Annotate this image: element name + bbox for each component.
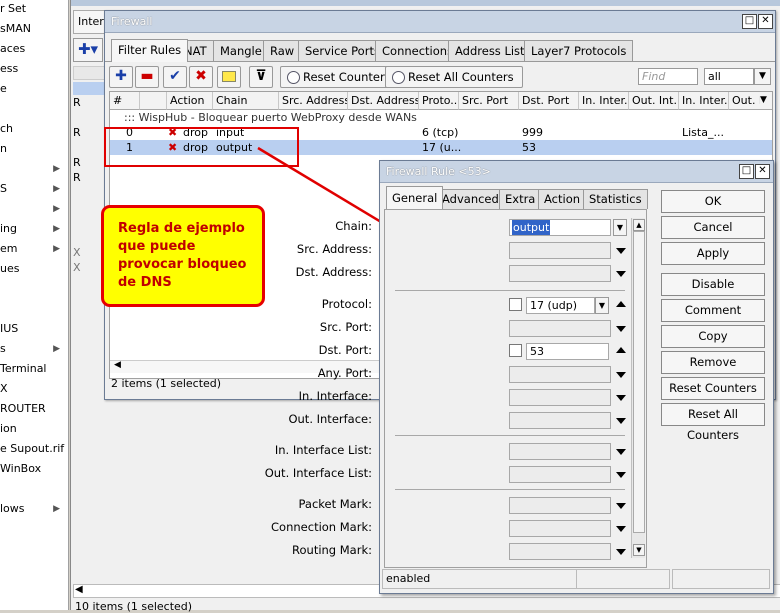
copy-button[interactable]: Copy (661, 325, 765, 348)
firewall-rule-dialog: Firewall Rule <53> □ ✕ General Advanced … (265, 160, 774, 594)
chevron-down-icon[interactable] (616, 326, 626, 332)
in-interface-field[interactable] (509, 389, 611, 406)
status-cell (672, 569, 770, 589)
in-interface-list-field[interactable] (509, 443, 611, 460)
divider (395, 435, 625, 436)
chain-select[interactable]: output (509, 219, 611, 236)
chain-dropdown-icon[interactable]: ▼ (613, 219, 627, 236)
out-interface-field[interactable] (509, 412, 611, 429)
chevron-down-icon[interactable] (616, 472, 626, 478)
tab-general[interactable]: General (386, 186, 444, 209)
annotation-text: Regla de ejemplo que puede provocar bloq… (118, 221, 247, 290)
any-port-field[interactable] (509, 366, 611, 383)
apply-button[interactable]: Apply (661, 242, 765, 265)
divider (395, 290, 625, 291)
tab-advanced[interactable]: Advanced (436, 189, 505, 209)
in-interface-label: In. Interface: (298, 389, 372, 403)
out-interface-list-field[interactable] (509, 466, 611, 483)
comment-button[interactable]: Comment (661, 299, 765, 322)
src-address-field[interactable] (509, 242, 611, 259)
connection-mark-field[interactable] (509, 520, 611, 537)
tab-action[interactable]: Action (538, 189, 587, 209)
tab-filter-rules[interactable]: Filter Rules (111, 39, 189, 62)
dst-port-negate-checkbox[interactable] (509, 344, 522, 357)
reset-counters-button[interactable]: Reset Counters (661, 377, 765, 400)
tab-statistics[interactable]: Statistics (583, 189, 648, 209)
dialog-titlebar[interactable]: Firewall Rule <53> □ ✕ (380, 161, 773, 183)
maximize-icon[interactable]: □ (739, 164, 754, 179)
annotation-callout: Regla de ejemplo que puede provocar bloq… (101, 205, 265, 307)
chevron-up-icon[interactable] (616, 347, 626, 353)
chevron-down-icon[interactable] (616, 549, 626, 555)
vertical-scrollbar[interactable]: ▲ ▼ (631, 218, 645, 558)
chevron-down-icon[interactable] (616, 503, 626, 509)
ok-button[interactable]: OK (661, 190, 765, 213)
scrollbar-thumb[interactable] (633, 231, 645, 533)
scroll-down-icon[interactable]: ▼ (633, 544, 645, 556)
chevron-up-icon[interactable] (616, 301, 626, 307)
chain-label: Chain: (335, 219, 372, 233)
remove-button[interactable]: Remove (661, 351, 765, 374)
src-port-field[interactable] (509, 320, 611, 337)
divider (395, 489, 625, 490)
dst-port-input[interactable]: 53 (526, 343, 609, 360)
connection-mark-label: Connection Mark: (271, 520, 372, 534)
chevron-down-icon[interactable] (616, 248, 626, 254)
routing-mark-label: Routing Mark: (292, 543, 372, 557)
any-port-label: Any. Port: (317, 366, 372, 380)
src-port-label: Src. Port: (319, 320, 372, 334)
protocol-negate-checkbox[interactable] (509, 298, 522, 311)
general-panel: Chain: output ▼ Src. Address: Dst. Addre… (265, 209, 647, 568)
dst-address-label: Dst. Address: (295, 265, 372, 279)
packet-mark-label: Packet Mark: (298, 497, 372, 511)
protocol-select[interactable]: 17 (udp) (526, 297, 595, 314)
chevron-down-icon[interactable] (616, 372, 626, 378)
disable-button[interactable]: Disable (661, 273, 765, 296)
reset-all-counters-button[interactable]: Reset All Counters (661, 403, 765, 442)
chevron-down-icon[interactable] (616, 395, 626, 401)
chevron-down-icon[interactable] (616, 526, 626, 532)
packet-mark-field[interactable] (509, 497, 611, 514)
close-icon[interactable]: ✕ (755, 164, 770, 179)
dialog-title: Firewall Rule <53> (386, 165, 491, 178)
cancel-button[interactable]: Cancel (661, 216, 765, 239)
scroll-up-icon[interactable]: ▲ (633, 219, 645, 231)
chevron-down-icon[interactable] (616, 449, 626, 455)
chevron-down-icon[interactable] (616, 271, 626, 277)
rule-status: enabled (382, 569, 577, 589)
status-cell (576, 569, 670, 589)
dst-address-field[interactable] (509, 265, 611, 282)
in-interface-list-label: In. Interface List: (274, 443, 372, 457)
routing-mark-field[interactable] (509, 543, 611, 560)
protocol-label: Protocol: (321, 297, 372, 311)
out-interface-label: Out. Interface: (288, 412, 372, 426)
protocol-dropdown-icon[interactable]: ▼ (595, 297, 609, 314)
out-interface-list-label: Out. Interface List: (264, 466, 372, 480)
tab-extra[interactable]: Extra (499, 189, 542, 209)
src-address-label: Src. Address: (296, 242, 372, 256)
chevron-down-icon[interactable] (616, 418, 626, 424)
dst-port-label: Dst. Port: (318, 343, 372, 357)
